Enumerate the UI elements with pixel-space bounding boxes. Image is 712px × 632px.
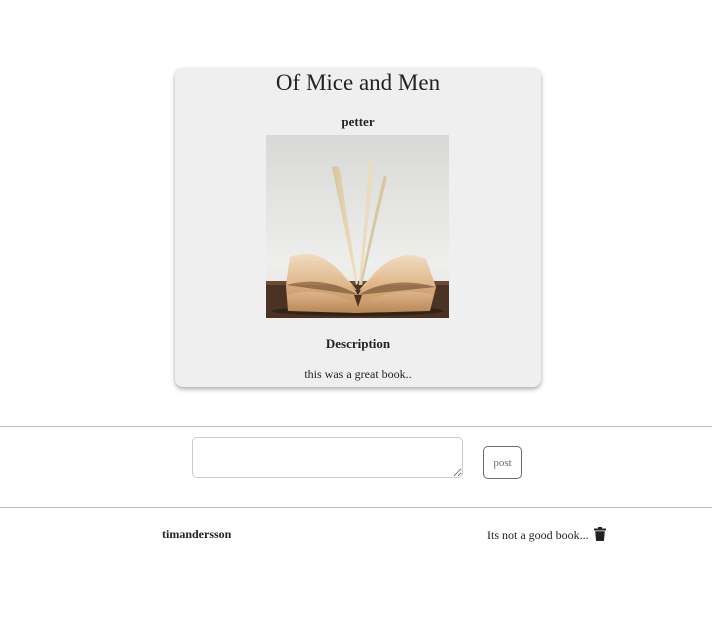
- book-image: [266, 135, 449, 318]
- book-card: Of Mice and Men petter Description this …: [175, 68, 541, 387]
- comment-username: timandersson: [162, 527, 232, 541]
- divider-bottom: [0, 507, 712, 508]
- comment-text: Its not a good book...: [487, 528, 589, 542]
- page: Of Mice and Men petter Description this …: [0, 0, 712, 632]
- comment-input[interactable]: [192, 437, 463, 478]
- book-title: Of Mice and Men: [275, 70, 441, 95]
- description-text: this was a great book..: [304, 367, 412, 381]
- divider-top: [0, 426, 712, 427]
- book-author: petter: [341, 114, 375, 129]
- description-heading: Description: [325, 336, 391, 351]
- post-button[interactable]: post: [483, 446, 522, 479]
- trash-icon[interactable]: [594, 527, 606, 541]
